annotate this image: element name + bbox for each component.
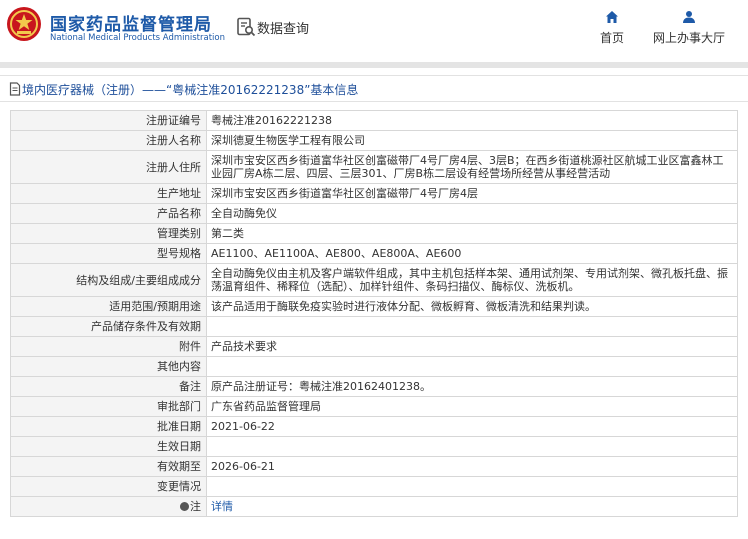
page-title: 境内医疗器械（注册）——“粤械注准20162221238”基本信息: [22, 83, 359, 97]
document-icon: [9, 82, 21, 96]
table-row: 注册证编号 粤械注准20162221238: [10, 110, 738, 131]
table-row: 审批部门 广东省药品监督管理局: [10, 396, 738, 417]
table-row: 变更情况: [10, 476, 738, 497]
table-row: 有效期至 2026-06-21: [10, 456, 738, 477]
table-row: 备注 原产品注册证号：粤械注准20162401238。: [10, 376, 738, 397]
nav-online-service-label: 网上办事大厅: [652, 31, 725, 45]
note-label: 注: [190, 500, 201, 513]
table-row: 型号规格 AE1100、AE1100A、AE800、AE800A、AE600: [10, 243, 738, 264]
field-label: 批准日期: [10, 416, 207, 437]
change-info-value: [206, 476, 738, 497]
table-row: 生产地址 深圳市宝安区西乡街道富华社区创富磁带厂4号厂房4层: [10, 183, 738, 204]
registrant-address-value: 深圳市宝安区西乡街道富华社区创富磁带厂4号厂房4层、3层B；在西乡街道桃源社区航…: [206, 150, 738, 184]
detail-table: 注册证编号 粤械注准20162221238 注册人名称 深圳德夏生物医学工程有限…: [10, 110, 738, 517]
brand-title: 国家药品监督管理局: [50, 15, 212, 35]
attachment-value: 产品技术要求: [206, 336, 738, 357]
note-value-cell: 详情: [206, 496, 738, 517]
nav-home[interactable]: 首页: [596, 10, 628, 46]
table-row: 其他内容: [10, 356, 738, 377]
approval-date-value: 2021-06-22: [206, 416, 738, 437]
field-label: 变更情况: [10, 476, 207, 497]
field-label: 生效日期: [10, 436, 207, 457]
production-address-value: 深圳市宝安区西乡街道富华社区创富磁带厂4号厂房4层: [206, 183, 738, 204]
field-label: 产品储存条件及有效期: [10, 316, 207, 337]
storage-value: [206, 316, 738, 337]
table-row: 附件 产品技术要求: [10, 336, 738, 357]
field-label: 备注: [10, 376, 207, 397]
intended-use-value: 该产品适用于酶联免疫实验时进行液体分配、微板孵育、微板清洗和结果判读。: [206, 296, 738, 317]
data-query-icon[interactable]: [236, 17, 256, 37]
table-row: 结构及组成/主要组成成分 全自动酶免仪由主机及客户端软件组成，其中主机包括样本架…: [10, 263, 738, 297]
valid-until-value: 2026-06-21: [206, 456, 738, 477]
table-row: 批准日期 2021-06-22: [10, 416, 738, 437]
home-icon: [606, 11, 618, 23]
data-query-link[interactable]: 数据查询: [257, 18, 309, 37]
approval-dept-value: 广东省药品监督管理局: [206, 396, 738, 417]
table-row: 产品名称 全自动酶免仪: [10, 203, 738, 224]
management-class-value: 第二类: [206, 223, 738, 244]
field-label: 产品名称: [10, 203, 207, 224]
field-label: 管理类别: [10, 223, 207, 244]
table-row: 生效日期: [10, 436, 738, 457]
other-value: [206, 356, 738, 377]
note-label-cell: 注: [10, 496, 207, 517]
field-label: 其他内容: [10, 356, 207, 377]
field-label: 适用范围/预期用途: [10, 296, 207, 317]
product-name-value: 全自动酶免仪: [206, 203, 738, 224]
table-row: 适用范围/预期用途 该产品适用于酶联免疫实验时进行液体分配、微板孵育、微板清洗和…: [10, 296, 738, 317]
table-row: 管理类别 第二类: [10, 223, 738, 244]
registrant-name-value: 深圳德夏生物医学工程有限公司: [206, 130, 738, 151]
structure-value: 全自动酶免仪由主机及客户端软件组成，其中主机包括样本架、通用试剂架、专用试剂架、…: [206, 263, 738, 297]
table-row: 注册人名称 深圳德夏生物医学工程有限公司: [10, 130, 738, 151]
model-spec-value: AE1100、AE1100A、AE800、AE800A、AE600: [206, 243, 738, 264]
field-label: 审批部门: [10, 396, 207, 417]
field-label: 结构及组成/主要组成成分: [10, 263, 207, 297]
field-label: 附件: [10, 336, 207, 357]
registration-number-value: 粤械注准20162221238: [206, 110, 738, 131]
site-header: 国家药品监督管理局 National Medical Products Admi…: [0, 0, 748, 62]
nav-home-label: 首页: [599, 31, 624, 45]
brand-subtitle: National Medical Products Administration: [50, 33, 225, 43]
info-dot-icon: [180, 502, 189, 511]
table-row: 注册人住所 深圳市宝安区西乡街道富华社区创富磁带厂4号厂房4层、3层B；在西乡街…: [10, 150, 738, 184]
field-label: 注册人名称: [10, 130, 207, 151]
field-label: 型号规格: [10, 243, 207, 264]
field-label: 有效期至: [10, 456, 207, 477]
field-label: 注册证编号: [10, 110, 207, 131]
user-icon: [683, 11, 695, 23]
field-label: 生产地址: [10, 183, 207, 204]
page-title-bar: 境内医疗器械（注册）——“粤械注准20162221238”基本信息: [0, 75, 748, 102]
details-link[interactable]: 详情: [211, 500, 233, 513]
remark-value: 原产品注册证号：粤械注准20162401238。: [206, 376, 738, 397]
emblem-icon: [7, 7, 41, 41]
header-divider: [0, 62, 748, 68]
table-row: 产品储存条件及有效期: [10, 316, 738, 337]
table-row: 注 详情: [10, 496, 738, 517]
field-label: 注册人住所: [10, 150, 207, 184]
effective-date-value: [206, 436, 738, 457]
nav-online-service[interactable]: 网上办事大厅: [648, 10, 730, 46]
